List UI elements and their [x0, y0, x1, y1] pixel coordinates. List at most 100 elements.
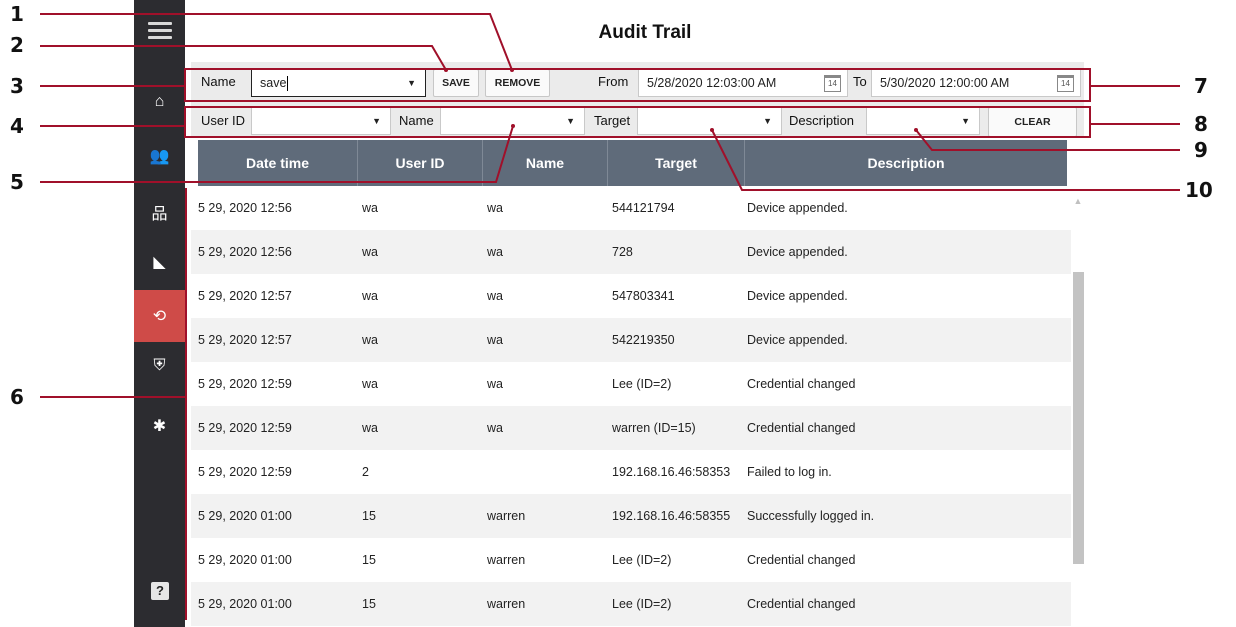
filter-panel: Name save ▼ SAVE REMOVE From 5/28/2020 1… — [191, 62, 1084, 138]
table-row[interactable]: 5 29, 2020 01:00 15 warren Lee (ID=2) Creden… — [191, 538, 1071, 582]
cell-target: Lee (ID=2) — [612, 597, 672, 611]
chevron-down-icon[interactable]: ▼ — [961, 108, 970, 134]
userid-label: User ID — [201, 113, 246, 128]
scroll-up-icon[interactable]: ▲ — [1073, 196, 1083, 206]
cell-userid: 15 — [362, 509, 376, 523]
callout-7: 7 — [1194, 74, 1208, 98]
cell-userid: 2 — [362, 465, 369, 479]
cell-name: warren — [487, 597, 526, 611]
target-combobox[interactable]: ▼ — [637, 107, 782, 135]
history-icon: ⟲ — [152, 308, 167, 325]
shield-icon: ⛨ — [153, 357, 166, 374]
cell-description: Device appended. — [747, 201, 848, 215]
table-row[interactable]: 5 29, 2020 12:59 wa wa warren (ID=15) Creden… — [191, 406, 1071, 450]
remove-button[interactable]: REMOVE — [485, 69, 550, 97]
table-row[interactable]: 5 29, 2020 12:57 wa wa 542219350 Device appe… — [191, 318, 1071, 362]
cell-name: wa — [487, 421, 503, 435]
cell-description: Credential changed — [747, 597, 856, 611]
chevron-down-icon[interactable]: ▼ — [763, 108, 772, 134]
chevron-down-icon[interactable]: ▼ — [407, 70, 416, 96]
from-label: From — [598, 74, 629, 89]
callout-9: 9 — [1194, 138, 1208, 162]
name-label: Name — [201, 74, 236, 89]
column-header-target[interactable]: Target — [608, 140, 745, 186]
cell-userid: wa — [362, 333, 378, 347]
callout-10: 10 — [1185, 178, 1213, 202]
sidebar-item-camera[interactable]: ◣ — [134, 236, 185, 288]
cell-datetime: 5 29, 2020 01:00 — [198, 509, 292, 523]
column-header-userid[interactable]: User ID — [358, 140, 483, 186]
cell-datetime: 5 29, 2020 12:57 — [198, 289, 292, 303]
from-date-value: 5/28/2020 12:03:00 AM — [647, 76, 777, 90]
audit-table-body: 5 29, 2020 12:56 wa wa 544121794 Device appe… — [191, 186, 1071, 627]
clear-button[interactable]: CLEAR — [988, 107, 1077, 137]
column-header-description[interactable]: Description — [745, 140, 1067, 186]
to-date-value: 5/30/2020 12:00:00 AM — [880, 76, 1010, 90]
cell-userid: wa — [362, 377, 378, 391]
table-row[interactable]: 5 29, 2020 12:59 wa wa Lee (ID=2) Credential… — [191, 362, 1071, 406]
cell-target: 192.168.16.46:58355 — [612, 509, 731, 523]
description-combobox[interactable]: ▼ — [866, 107, 980, 135]
target-label: Target — [594, 113, 631, 128]
cell-description: Device appended. — [747, 289, 848, 303]
scrollbar-thumb[interactable] — [1073, 272, 1084, 564]
chevron-down-icon[interactable]: ▼ — [566, 108, 575, 134]
sidebar-item-network[interactable]: 品 — [134, 186, 185, 238]
sidebar: ⌂ 👥 品 ◣ ⟲ ⛨ ✱ ? — [134, 0, 185, 627]
calendar-icon[interactable]: 14 — [824, 75, 841, 92]
save-button[interactable]: SAVE — [433, 69, 479, 97]
table-row[interactable]: 5 29, 2020 12:56 wa wa 728 Device appended. — [191, 230, 1071, 274]
from-date-field[interactable]: 5/28/2020 12:03:00 AM 14 — [638, 69, 848, 97]
userid-combobox[interactable]: ▼ — [251, 107, 391, 135]
cell-datetime: 5 29, 2020 12:56 — [198, 201, 292, 215]
sidebar-item-shield[interactable]: ⛨ — [134, 340, 185, 392]
cell-userid: 15 — [362, 553, 376, 567]
network-icon: 品 — [151, 206, 168, 223]
cell-description: Successfully logged in. — [747, 509, 875, 523]
cell-datetime: 5 29, 2020 01:00 — [198, 553, 292, 567]
cell-datetime: 5 29, 2020 12:57 — [198, 333, 292, 347]
main-content: Audit Trail Name save ▼ SAVE REMOVE From… — [185, 0, 1087, 627]
sidebar-item-users[interactable]: 👥 — [134, 130, 185, 182]
chevron-down-icon[interactable]: ▼ — [372, 108, 381, 134]
cell-name: warren — [487, 553, 526, 567]
cell-name: warren — [487, 509, 526, 523]
to-date-field[interactable]: 5/30/2020 12:00:00 AM 14 — [871, 69, 1081, 97]
sidebar-item-gear[interactable]: ✱ — [134, 400, 185, 452]
name-filter-label: Name — [399, 113, 434, 128]
callout-2: 2 — [10, 33, 24, 57]
cell-target: Lee (ID=2) — [612, 553, 672, 567]
cell-description: Failed to log in. — [747, 465, 832, 479]
cell-target: Lee (ID=2) — [612, 377, 672, 391]
cell-description: Credential changed — [747, 377, 856, 391]
cell-datetime: 5 29, 2020 12:56 — [198, 245, 292, 259]
name-filter-combobox[interactable]: ▼ — [440, 107, 585, 135]
audit-trail-window: ⌂ 👥 品 ◣ ⟲ ⛨ ✱ ? Audit Trail Name save ▼ SAVE R… — [134, 0, 1087, 627]
sidebar-item-history[interactable]: ⟲ — [134, 290, 185, 342]
cell-description: Credential changed — [747, 553, 856, 567]
cell-name: wa — [487, 377, 503, 391]
cell-description: Credential changed — [747, 421, 856, 435]
hamburger-menu-icon[interactable] — [148, 22, 172, 43]
sidebar-item-home[interactable]: ⌂ — [134, 76, 185, 128]
table-row[interactable]: 5 29, 2020 12:56 wa wa 544121794 Device appe… — [191, 186, 1071, 230]
users-icon: 👥 — [149, 148, 170, 165]
cell-datetime: 5 29, 2020 12:59 — [198, 377, 292, 391]
cell-userid: wa — [362, 201, 378, 215]
table-row[interactable]: 5 29, 2020 12:59 2 192.168.16.46:58353 Fail… — [191, 450, 1071, 494]
cell-userid: wa — [362, 421, 378, 435]
home-icon: ⌂ — [154, 93, 165, 110]
vertical-scrollbar[interactable]: ▲ ▼ — [1071, 196, 1085, 627]
cell-name: wa — [487, 289, 503, 303]
to-label: To — [853, 74, 867, 89]
cell-description: Device appended. — [747, 245, 848, 259]
table-row[interactable]: 5 29, 2020 01:00 15 warren Lee (ID=2) Creden… — [191, 582, 1071, 626]
cell-userid: wa — [362, 245, 378, 259]
name-combobox[interactable]: save ▼ — [251, 69, 426, 97]
column-header-datetime[interactable]: Date time — [198, 140, 358, 186]
column-header-name[interactable]: Name — [483, 140, 608, 186]
table-row[interactable]: 5 29, 2020 12:57 wa wa 547803341 Device appe… — [191, 274, 1071, 318]
calendar-icon[interactable]: 14 — [1057, 75, 1074, 92]
help-icon[interactable]: ? — [151, 582, 169, 600]
table-row[interactable]: 5 29, 2020 01:00 15 warren 192.168.16.46:58… — [191, 494, 1071, 538]
